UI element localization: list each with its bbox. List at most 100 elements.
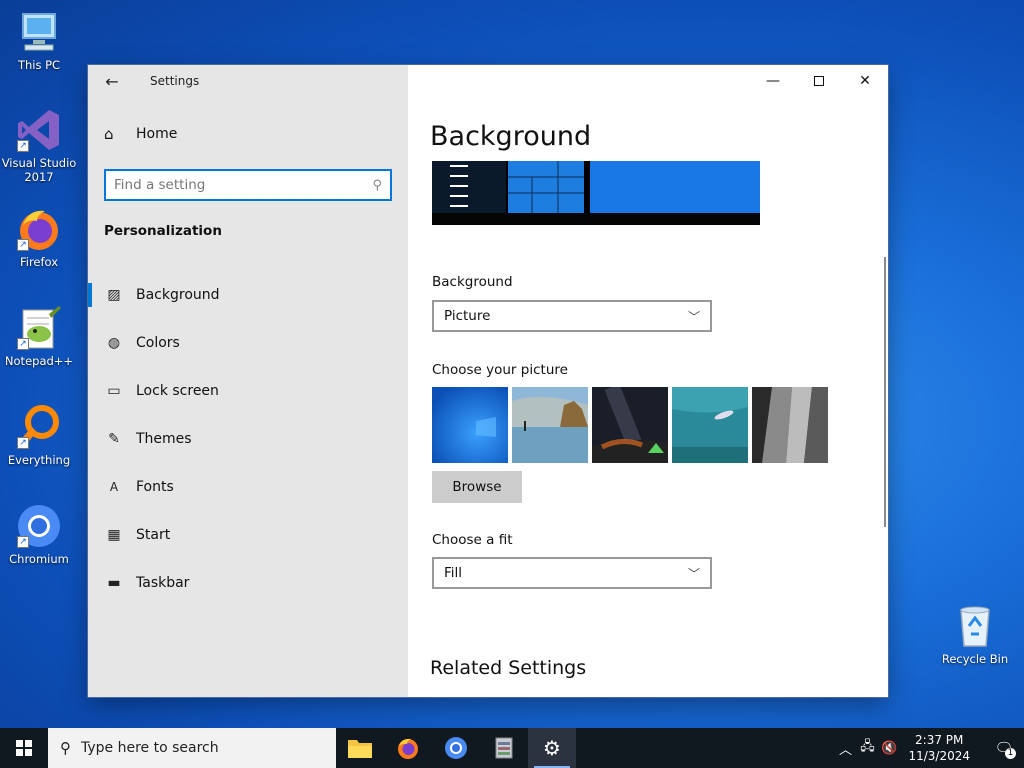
taskbar-settings[interactable]: ⚙ bbox=[528, 728, 576, 768]
desktop-icon-firefox[interactable]: ↗ Firefox bbox=[0, 205, 79, 269]
browse-button[interactable]: Browse bbox=[432, 471, 522, 503]
find-setting-input[interactable]: Find a setting ⚲ bbox=[104, 169, 392, 201]
sidebar-item-background[interactable]: ▨ Background bbox=[88, 271, 408, 319]
firefox-icon: ↗ bbox=[15, 205, 63, 253]
background-label: Background bbox=[432, 274, 513, 290]
chromium-icon: ↗ bbox=[15, 502, 63, 550]
shortcut-arrow-icon: ↗ bbox=[17, 140, 29, 152]
picture-icon: ▨ bbox=[107, 287, 121, 303]
chevron-down-icon: ﹀ bbox=[687, 309, 700, 324]
dropdown-value: Fill bbox=[444, 565, 463, 581]
desktop-icon-visual-studio[interactable]: ↗ Visual Studio 2017 bbox=[0, 106, 79, 184]
volume-muted-icon[interactable]: 🔇 bbox=[878, 741, 900, 756]
picture-thumbnail-windows[interactable] bbox=[432, 387, 508, 463]
desktop-icon-chromium[interactable]: ↗ Chromium bbox=[0, 502, 79, 566]
back-button[interactable]: ← bbox=[88, 65, 136, 97]
font-icon: A bbox=[109, 480, 119, 494]
desktop-icon-label: Chromium bbox=[9, 552, 69, 566]
taskbar-firefox[interactable] bbox=[384, 728, 432, 768]
visual-studio-icon: ↗ bbox=[15, 106, 63, 154]
maximize-icon bbox=[814, 76, 824, 86]
sidebar-item-fonts[interactable]: A Fonts bbox=[88, 463, 408, 511]
network-icon[interactable]: 🖧 bbox=[856, 737, 878, 759]
desktop-icon-this-pc[interactable]: This PC bbox=[0, 8, 79, 72]
lock-screen-icon: ▭ bbox=[107, 383, 121, 399]
palette-icon: ◍ bbox=[107, 335, 121, 351]
chromium-icon bbox=[445, 737, 467, 759]
taskbar-chromium[interactable] bbox=[432, 728, 480, 768]
taskbar-file-explorer[interactable] bbox=[336, 728, 384, 768]
sidebar-item-start[interactable]: ▦ Start bbox=[88, 511, 408, 559]
desktop-icon-label: Firefox bbox=[19, 255, 59, 269]
background-type-dropdown[interactable]: Picture ﹀ bbox=[432, 300, 712, 332]
desktop-icon-notepadpp[interactable]: ↗ Notepad++ bbox=[0, 304, 79, 368]
folder-icon bbox=[348, 740, 372, 758]
picture-thumbnail-beach[interactable] bbox=[512, 387, 588, 463]
choose-fit-dropdown[interactable]: Fill ﹀ bbox=[432, 557, 712, 589]
caption-buttons: — ✕ bbox=[750, 65, 888, 97]
close-button[interactable]: ✕ bbox=[842, 65, 888, 97]
windows-logo-icon bbox=[16, 740, 32, 756]
sidebar-item-colors[interactable]: ◍ Colors bbox=[88, 319, 408, 367]
picture-thumbnail-rock[interactable] bbox=[752, 387, 828, 463]
notification-count: 1 bbox=[1005, 748, 1016, 759]
chevron-up-icon[interactable]: ︿ bbox=[834, 739, 856, 758]
desktop-icon-recycle-bin[interactable]: Recycle Bin bbox=[935, 602, 1015, 666]
shortcut-arrow-icon: ↗ bbox=[17, 239, 29, 251]
computer-icon bbox=[15, 8, 63, 56]
sidebar: ← Settings ⌂ Home Find a setting ⚲ Perso… bbox=[88, 65, 408, 697]
start-icon: ▦ bbox=[107, 527, 121, 543]
brush-icon: ✎ bbox=[108, 431, 120, 447]
related-settings-heading: Related Settings bbox=[430, 657, 587, 679]
shortcut-arrow-icon: ↗ bbox=[17, 338, 29, 350]
shortcut-arrow-icon: ↗ bbox=[17, 437, 29, 449]
section-title: Personalization bbox=[104, 223, 222, 239]
page-title: Background bbox=[430, 121, 592, 152]
maximize-button[interactable] bbox=[796, 65, 842, 97]
picture-thumbnail-night-sky[interactable] bbox=[592, 387, 668, 463]
sidebar-item-label: Background bbox=[136, 287, 220, 303]
taskbar-archive-app[interactable] bbox=[480, 728, 528, 768]
home-label: Home bbox=[136, 126, 178, 142]
action-center-button[interactable]: 🗨 1 bbox=[984, 728, 1024, 768]
sidebar-item-themes[interactable]: ✎ Themes bbox=[88, 415, 408, 463]
desktop-icon-label: Everything bbox=[7, 453, 71, 467]
preview-image bbox=[432, 161, 760, 225]
archive-icon bbox=[495, 737, 513, 759]
sidebar-item-label: Fonts bbox=[136, 479, 174, 495]
desktop-icon-everything[interactable]: ↗ Everything bbox=[0, 403, 79, 467]
search-icon: ⚲ bbox=[60, 739, 71, 757]
sidebar-item-lock-screen[interactable]: ▭ Lock screen bbox=[88, 367, 408, 415]
clock-date: 11/3/2024 bbox=[908, 749, 970, 763]
sidebar-item-taskbar[interactable]: ▬ Taskbar bbox=[88, 559, 408, 607]
everything-search-icon: ↗ bbox=[15, 403, 63, 451]
desktop-icon-label: This PC bbox=[17, 58, 61, 72]
picture-thumbnail-underwater[interactable] bbox=[672, 387, 748, 463]
sidebar-nav: ▨ Background ◍ Colors ▭ Lock screen ✎ Th… bbox=[88, 271, 408, 607]
sidebar-item-label: Lock screen bbox=[136, 383, 219, 399]
sidebar-item-label: Colors bbox=[136, 335, 180, 351]
close-icon: ✕ bbox=[859, 73, 871, 89]
scrollbar[interactable] bbox=[884, 257, 886, 527]
firefox-icon bbox=[398, 738, 418, 759]
home-icon: ⌂ bbox=[104, 125, 114, 143]
sidebar-item-label: Taskbar bbox=[136, 575, 190, 591]
notepadpp-icon: ↗ bbox=[15, 304, 63, 352]
chevron-down-icon: ﹀ bbox=[687, 566, 700, 581]
clock-time: 2:37 PM bbox=[915, 733, 964, 747]
content-pane: — ✕ Background Background Picture ﹀ Choo… bbox=[408, 65, 888, 697]
sidebar-home[interactable]: ⌂ Home bbox=[104, 125, 177, 143]
choose-fit-label: Choose a fit bbox=[432, 532, 513, 548]
minimize-button[interactable]: — bbox=[750, 65, 796, 97]
desktop-icon-label: Notepad++ bbox=[4, 354, 74, 368]
settings-window: ← Settings ⌂ Home Find a setting ⚲ Perso… bbox=[88, 65, 888, 697]
recycle-bin-icon bbox=[951, 602, 999, 650]
clock[interactable]: 2:37 PM 11/3/2024 bbox=[908, 732, 970, 764]
desktop-icon-label: Recycle Bin bbox=[941, 652, 1009, 666]
gear-icon: ⚙ bbox=[543, 736, 561, 760]
taskbar-search-box[interactable]: ⚲ Type here to search bbox=[48, 728, 336, 768]
back-arrow-icon: ← bbox=[105, 71, 119, 91]
title-bar: ← Settings bbox=[88, 65, 408, 97]
search-icon: ⚲ bbox=[372, 177, 382, 193]
start-button[interactable] bbox=[0, 728, 48, 768]
